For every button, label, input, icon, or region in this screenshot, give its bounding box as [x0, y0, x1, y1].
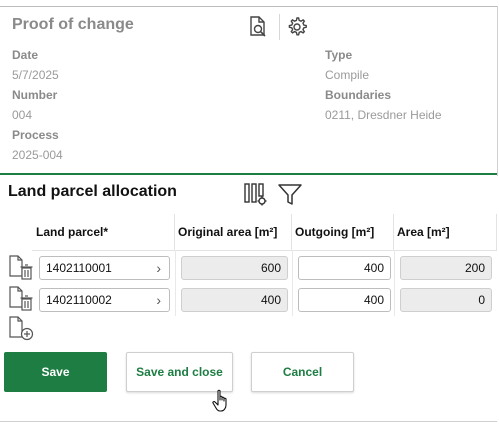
- chevron-right-icon: ›: [156, 292, 161, 308]
- section-title: Land parcel allocation: [8, 183, 177, 200]
- column-header-area[interactable]: Area [m²]: [394, 214, 497, 250]
- date-value: 5/7/2025: [12, 68, 59, 82]
- date-label: Date: [12, 48, 39, 62]
- page-title: Proof of change: [12, 16, 134, 33]
- hand-cursor-icon: [212, 389, 232, 418]
- chevron-right-icon: ›: [156, 260, 161, 276]
- outgoing-input[interactable]: 400: [298, 256, 391, 280]
- column-divider: [394, 250, 395, 316]
- bottom-border: [0, 421, 497, 422]
- column-header-land-parcel[interactable]: Land parcel*: [33, 214, 175, 250]
- cancel-button[interactable]: Cancel: [251, 352, 354, 392]
- gear-icon[interactable]: [284, 14, 310, 40]
- document-search-icon[interactable]: [245, 14, 271, 40]
- column-divider: [292, 250, 293, 316]
- save-and-close-button[interactable]: Save and close: [126, 352, 233, 392]
- delete-row-icon[interactable]: [8, 254, 34, 287]
- type-value: Compile: [325, 68, 370, 82]
- add-row-icon[interactable]: [8, 315, 36, 348]
- column-divider: [175, 250, 176, 316]
- delete-row-icon[interactable]: [8, 285, 34, 318]
- land-parcel-value: 1402110002: [46, 293, 112, 307]
- column-header-original-area[interactable]: Original area [m²]: [175, 214, 292, 250]
- right-border: [497, 6, 498, 176]
- outgoing-input[interactable]: 400: [298, 288, 391, 312]
- area-value: 200: [400, 256, 492, 280]
- land-parcel-field[interactable]: 1402110001 ›: [39, 256, 170, 280]
- original-area-value: 400: [181, 288, 288, 312]
- boundaries-label: Boundaries: [325, 88, 392, 102]
- number-label: Number: [12, 88, 58, 102]
- type-label: Type: [325, 48, 353, 62]
- original-area-value: 600: [181, 256, 288, 280]
- process-value: 2025-004: [12, 148, 63, 162]
- filter-icon[interactable]: [277, 181, 303, 207]
- area-value: 0: [400, 288, 492, 312]
- table-header-divider: [32, 250, 497, 251]
- column-header-outgoing[interactable]: Outgoing [m²]: [292, 214, 394, 250]
- column-settings-icon[interactable]: [243, 181, 269, 207]
- process-label: Process: [12, 128, 59, 142]
- top-border: [0, 6, 497, 7]
- land-parcel-value: 1402110001: [46, 261, 112, 275]
- save-button[interactable]: Save: [4, 352, 107, 392]
- header-divider: [279, 14, 280, 40]
- land-parcel-field[interactable]: 1402110002 ›: [39, 288, 170, 312]
- boundaries-value: 0211, Dresdner Heide: [325, 108, 442, 122]
- number-value: 004: [12, 108, 33, 122]
- section-separator: [0, 173, 497, 175]
